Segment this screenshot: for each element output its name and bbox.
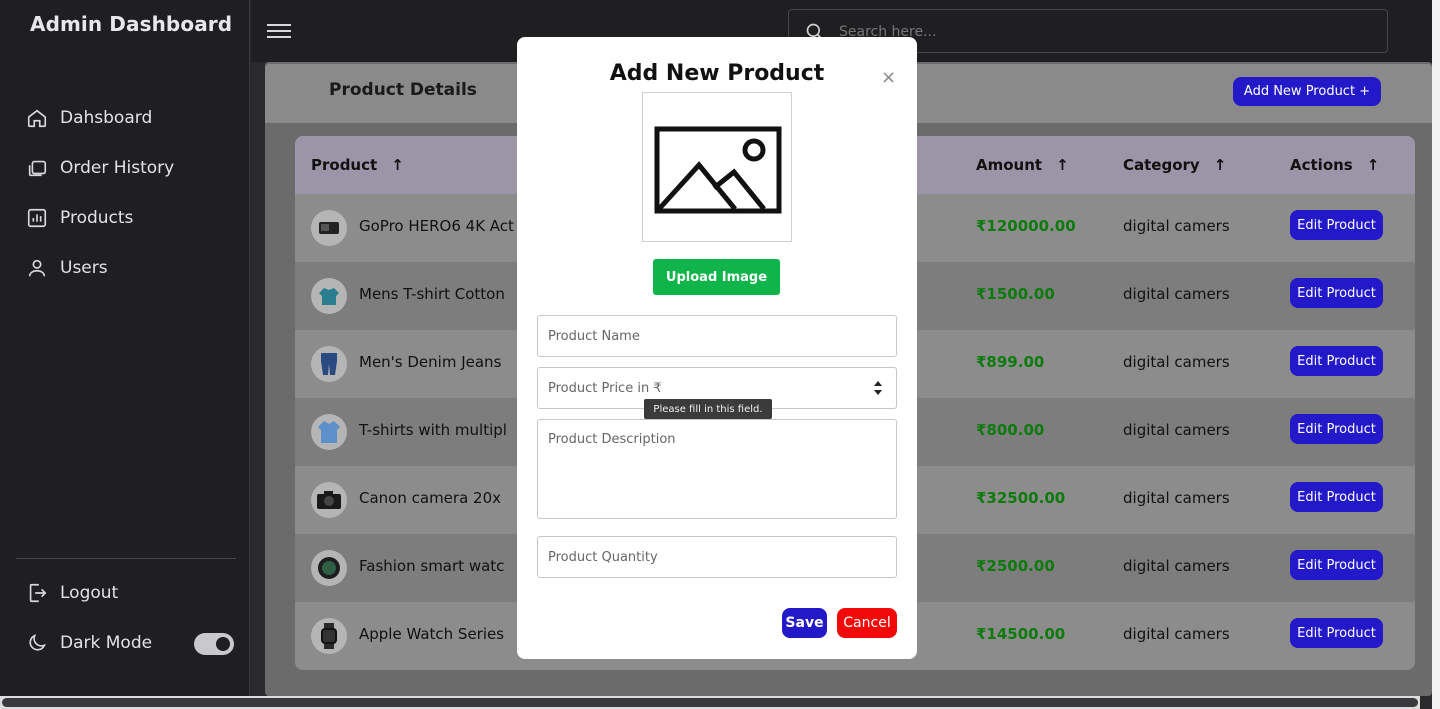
product-category: digital camers	[1123, 489, 1230, 507]
product-amount: ₹2500.00	[976, 557, 1055, 575]
sidebar-nav: Dahsboard Order History Products Users	[26, 93, 174, 293]
search-input[interactable]	[839, 20, 1359, 44]
product-amount: ₹1500.00	[976, 285, 1055, 303]
product-name: Mens T-shirt Cotton	[359, 285, 505, 303]
bar-chart-icon	[27, 208, 47, 228]
upload-image-button[interactable]: Upload Image	[653, 259, 780, 295]
sidebar-item-order-history[interactable]: Order History	[26, 143, 174, 193]
scrollbar-thumb[interactable]	[2, 698, 1418, 707]
save-button[interactable]: Save	[782, 608, 827, 638]
logout-button[interactable]: Logout	[26, 582, 118, 604]
validation-tooltip: Please fill in this field.	[644, 399, 772, 419]
product-name: Fashion smart watc	[359, 557, 505, 575]
column-header-actions[interactable]: Actions ↑	[1290, 156, 1379, 174]
page-title: Product Details	[329, 80, 477, 100]
product-name: Apple Watch Series	[359, 625, 505, 643]
sidebar-item-label: Products	[60, 208, 134, 228]
product-name: T-shirts with multipl	[359, 421, 507, 439]
product-thumbnail	[311, 210, 347, 246]
image-placeholder-icon	[654, 126, 782, 214]
sort-arrow-icon: ↑	[1056, 156, 1069, 174]
layers-icon	[28, 160, 47, 177]
logout-label: Logout	[60, 583, 119, 603]
column-header-product[interactable]: Product ↑	[311, 156, 404, 174]
edit-product-button[interactable]: Edit Product	[1290, 618, 1383, 648]
product-category: digital camers	[1123, 421, 1230, 439]
product-category: digital camers	[1123, 625, 1230, 643]
product-thumbnail	[311, 482, 347, 518]
sidebar-item-products[interactable]: Products	[26, 193, 174, 243]
sort-arrow-icon: ↑	[1213, 156, 1227, 174]
add-new-product-button[interactable]: Add New Product +	[1233, 77, 1381, 106]
edit-product-button[interactable]: Edit Product	[1290, 278, 1383, 308]
column-header-amount[interactable]: Amount ↑	[976, 156, 1069, 174]
sort-arrow-icon: ↑	[1366, 156, 1380, 174]
product-category: digital camers	[1123, 217, 1230, 235]
dark-mode-label: Dark Mode	[60, 633, 153, 653]
dark-mode-row: Dark Mode	[26, 632, 152, 654]
product-name: GoPro HERO6 4K Act	[359, 217, 514, 235]
home-icon	[27, 109, 47, 128]
product-amount: ₹14500.00	[976, 625, 1066, 643]
edit-product-button[interactable]: Edit Product	[1290, 210, 1383, 240]
edit-product-button[interactable]: Edit Product	[1290, 482, 1383, 512]
logout-icon	[29, 583, 47, 603]
edit-product-button[interactable]: Edit Product	[1290, 346, 1383, 376]
sidebar-item-label: Order History	[60, 158, 175, 178]
close-icon[interactable]: ×	[881, 67, 896, 88]
menu-icon[interactable]	[267, 20, 291, 42]
product-amount: ₹32500.00	[976, 489, 1066, 507]
product-description-input[interactable]	[537, 419, 897, 519]
product-category: digital camers	[1123, 285, 1230, 303]
add-product-modal: Add New Product × Upload Image Please fi…	[517, 37, 917, 659]
product-name: Men's Denim Jeans	[359, 353, 502, 371]
user-icon	[28, 259, 46, 277]
product-amount: ₹800.00	[976, 421, 1045, 439]
product-category: digital camers	[1123, 557, 1230, 575]
dark-mode-toggle[interactable]	[194, 633, 234, 655]
column-header-category[interactable]: Category ↑	[1123, 156, 1226, 174]
cancel-button[interactable]: Cancel	[837, 608, 897, 638]
window-edge	[1432, 0, 1440, 709]
toggle-knob	[216, 637, 230, 651]
product-thumbnail	[311, 618, 347, 654]
image-preview	[642, 92, 792, 242]
product-name-input[interactable]	[537, 315, 897, 357]
app-title: Admin Dashboard	[30, 12, 233, 36]
edit-product-button[interactable]: Edit Product	[1290, 414, 1383, 444]
edit-product-button[interactable]: Edit Product	[1290, 550, 1383, 580]
product-quantity-input[interactable]	[537, 536, 897, 578]
modal-title: Add New Product	[609, 61, 825, 86]
sidebar-item-label: Dahsboard	[60, 108, 153, 128]
moon-icon	[29, 634, 46, 651]
product-amount: ₹120000.00	[976, 217, 1076, 235]
sidebar-item-label: Users	[60, 258, 108, 278]
product-thumbnail	[311, 346, 347, 382]
product-name: Canon camera 20x	[359, 489, 501, 507]
horizontal-scrollbar[interactable]	[0, 696, 1420, 709]
number-stepper-icon[interactable]	[872, 379, 884, 397]
sidebar-item-dashboard[interactable]: Dahsboard	[26, 93, 174, 143]
product-thumbnail	[311, 278, 347, 314]
product-category: digital camers	[1123, 353, 1230, 371]
sidebar-item-users[interactable]: Users	[26, 243, 174, 293]
product-thumbnail	[311, 550, 347, 586]
sort-arrow-icon: ↑	[391, 156, 404, 174]
sidebar-divider	[16, 558, 236, 559]
sidebar: Admin Dashboard Dahsboard Order History …	[0, 0, 250, 709]
product-thumbnail	[311, 414, 347, 450]
product-amount: ₹899.00	[976, 353, 1045, 371]
